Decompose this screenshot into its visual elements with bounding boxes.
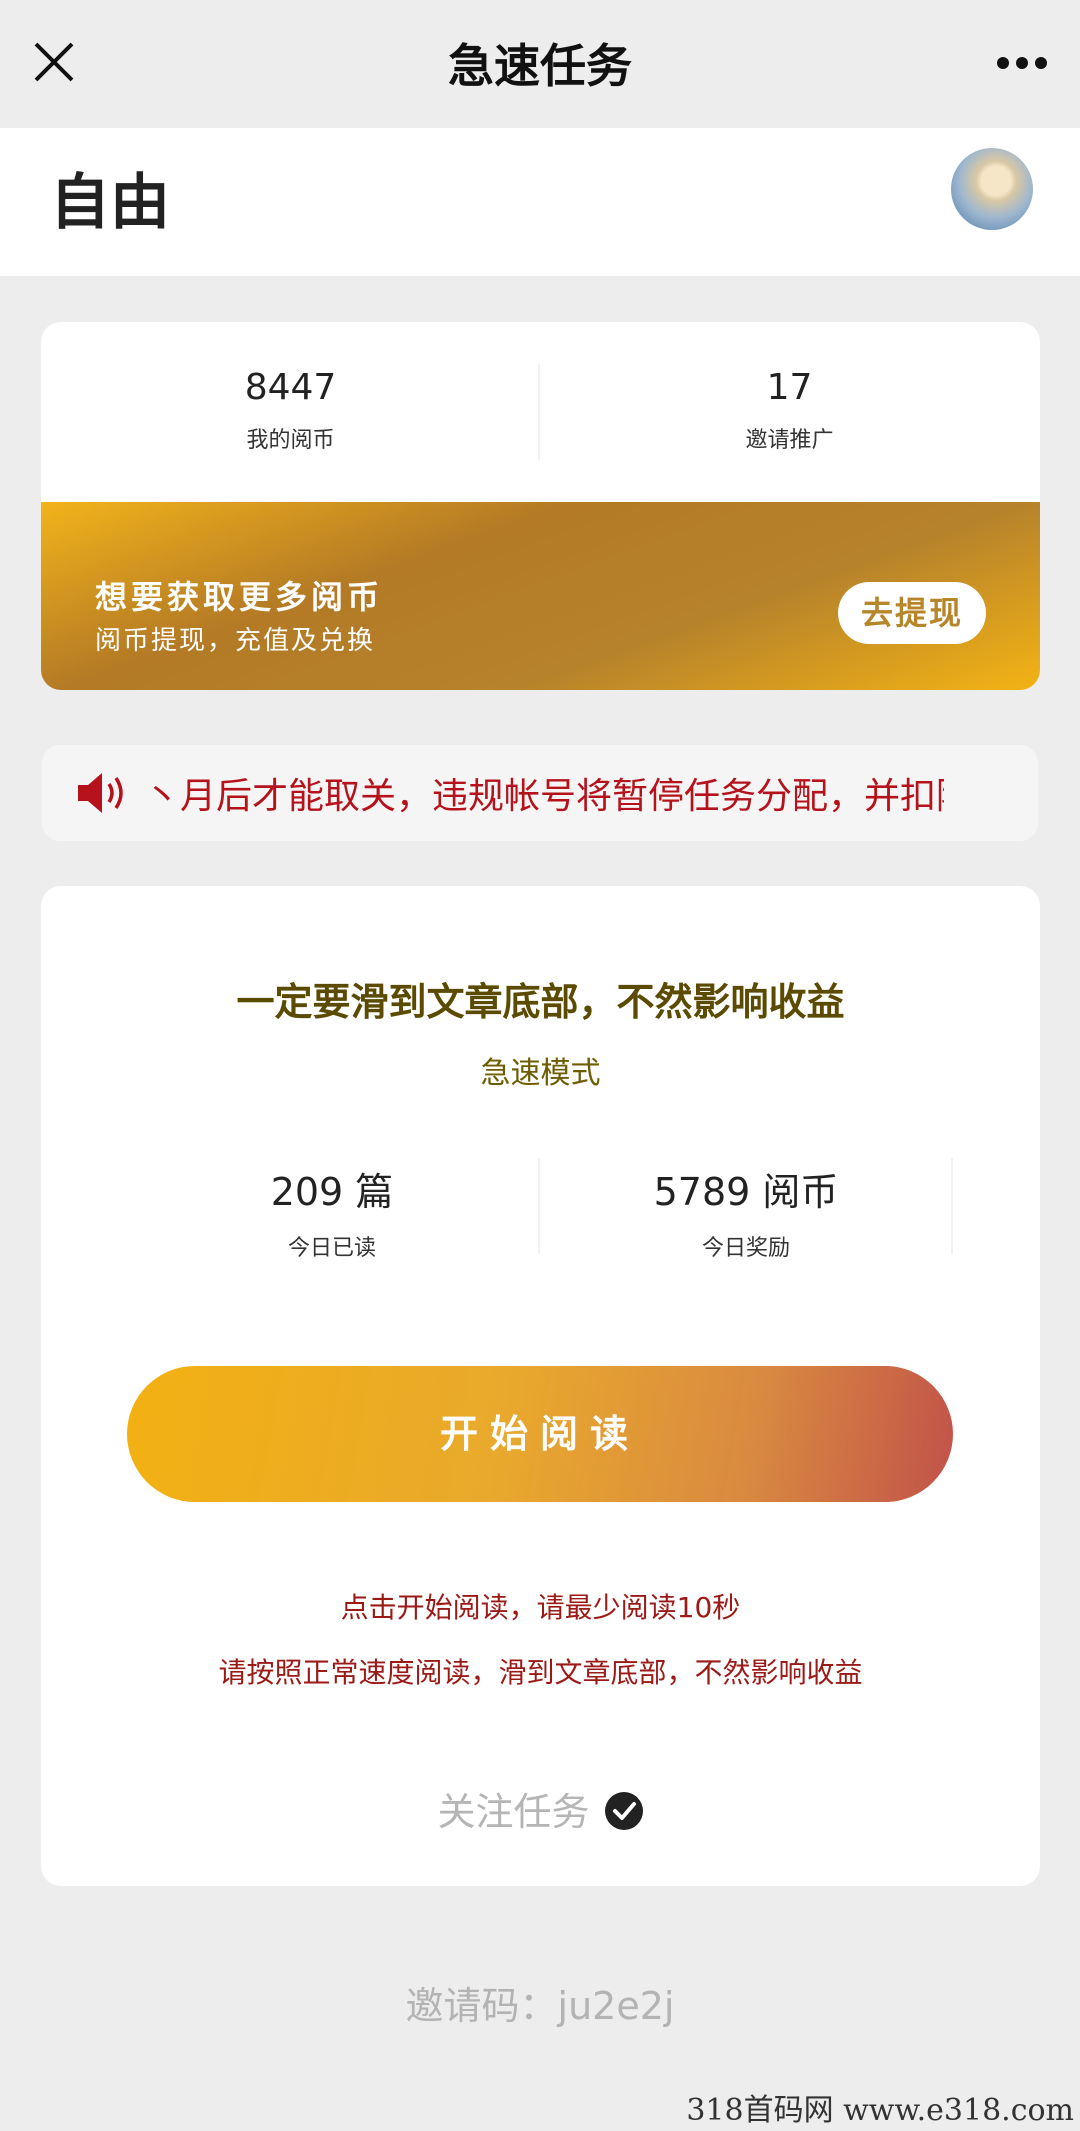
check-icon [604, 1792, 643, 1830]
follow-task-toggle[interactable]: 关注任务 [41, 1781, 1040, 1836]
promo-title: 想要获取更多阅币 [95, 578, 384, 616]
top-navigation-bar: 急速任务 [0, 0, 1080, 128]
divider [951, 1158, 953, 1254]
more-icon[interactable] [996, 56, 1048, 70]
promo-subtitle: 阅币提现，充值及兑换 [95, 626, 376, 656]
balance-card: 8447 我的阅币 17 邀请推广 想要获取更多阅币 阅币提现，充值及兑换 去提… [41, 322, 1040, 690]
invite-count-label: 邀请推广 [745, 428, 834, 453]
notice-text: 丶月后才能取关，违规帐号将暂停任务分配，并扣除该 [144, 776, 944, 817]
page-title: 急速任务 [448, 39, 632, 93]
withdraw-button[interactable]: 去提现 [838, 582, 986, 644]
today-reward-label: 今日奖励 [701, 1236, 790, 1261]
site-watermark: 318首码网 www.e318.com [686, 2093, 1074, 2128]
task-headline: 一定要滑到文章底部，不然影响收益 [236, 980, 845, 1024]
today-reward-stat: 5789 阅币 今日奖励 [539, 1161, 953, 1262]
coin-balance-stat[interactable]: 8447 我的阅币 [41, 367, 540, 454]
reading-tip: 点击开始阅读，请最少阅读10秒 [340, 1591, 741, 1624]
start-reading-button[interactable]: 开始阅读 [127, 1366, 953, 1502]
reading-warning: 请按照正常速度阅读，滑到文章底部，不然影响收益 [218, 1656, 863, 1689]
coin-balance-label: 我的阅币 [246, 428, 335, 453]
follow-task-label: 关注任务 [437, 1790, 590, 1834]
today-read-stat: 209 篇 今日已读 [125, 1161, 539, 1262]
promo-banner: 想要获取更多阅币 阅币提现，充值及兑换 去提现 [41, 502, 1040, 690]
today-read-label: 今日已读 [287, 1236, 376, 1261]
mode-label: 急速模式 [480, 1056, 601, 1091]
invite-stat[interactable]: 17 邀请推广 [540, 367, 1039, 454]
today-reward-value: 5789 阅币 [653, 1170, 839, 1214]
user-header: 自由 [0, 128, 1080, 276]
avatar[interactable] [951, 148, 1033, 230]
user-name: 自由 [50, 168, 170, 238]
coin-balance-value: 8447 [244, 367, 337, 408]
invite-count-value: 17 [766, 367, 813, 408]
notice-marquee: 丶月后才能取关，违规帐号将暂停任务分配，并扣除该 [42, 745, 1038, 841]
today-read-value: 209 篇 [270, 1170, 394, 1214]
invite-code[interactable]: 邀请码：ju2e2j [0, 1975, 1080, 2030]
reading-task-card: 一定要滑到文章底部，不然影响收益 急速模式 209 篇 今日已读 5789 阅币… [41, 886, 1040, 1886]
speaker-icon [78, 773, 123, 813]
